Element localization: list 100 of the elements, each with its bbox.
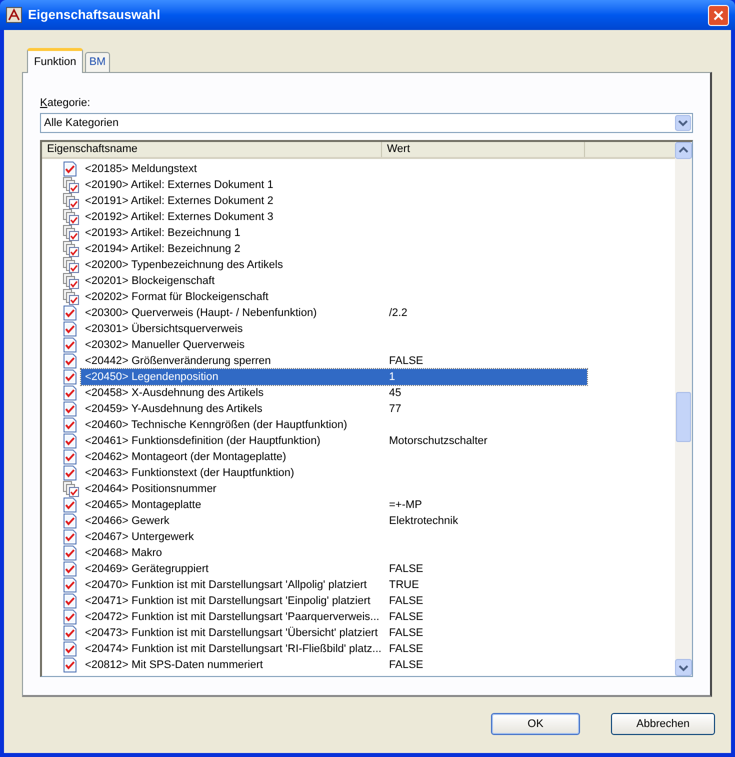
category-dropdown[interactable]: Alle Kategorien bbox=[40, 113, 693, 133]
document-check-icon bbox=[63, 577, 77, 593]
property-row[interactable]: <20465> Montageplatte =+-MP bbox=[81, 497, 587, 513]
document-check-icon bbox=[63, 625, 77, 641]
document-check-icon bbox=[63, 401, 77, 417]
window-title: Eigenschaftsauswahl bbox=[28, 6, 162, 24]
property-name: <20461> Funktionsdefinition (der Hauptfunktion) bbox=[84, 434, 322, 449]
property-row[interactable]: <20467> Untergewerk bbox=[81, 529, 587, 545]
property-row[interactable]: <20469> Gerätegruppiert FALSE bbox=[81, 561, 587, 577]
scroll-down-icon[interactable] bbox=[675, 659, 692, 676]
scroll-thumb[interactable] bbox=[676, 392, 691, 442]
property-row[interactable]: <20474> Funktion ist mit Darstellungsart 'RI-Fließbild' platz... FALSE bbox=[81, 641, 587, 657]
property-name: <20202> Format für Blockeigenschaft bbox=[84, 290, 270, 305]
property-name: <20459> Y-Ausdehnung des Artikels bbox=[84, 402, 264, 417]
app-icon bbox=[6, 7, 22, 23]
column-header[interactable]: Wert bbox=[382, 142, 585, 157]
property-row[interactable]: <20442> Größenveränderung sperren FALSE bbox=[81, 353, 587, 369]
document-check-icon bbox=[63, 465, 77, 481]
property-name: <20473> Funktion ist mit Darstellungsart 'Übersicht' platziert bbox=[84, 626, 379, 641]
property-row[interactable]: <20202> Format für Blockeigenschaft bbox=[81, 289, 587, 305]
stacked-documents-icon bbox=[63, 273, 79, 289]
document-check-icon bbox=[63, 161, 77, 177]
document-check-icon bbox=[63, 305, 77, 321]
property-row[interactable]: <20470> Funktion ist mit Darstellungsart 'Allpolig' platziert TRUE bbox=[81, 577, 587, 593]
property-name: <20301> Übersichtsquerverweis bbox=[84, 322, 244, 337]
property-row[interactable]: <20194> Artikel: Bezeichnung 2 bbox=[81, 241, 587, 257]
property-row[interactable]: <20460> Technische Kenngrößen (der Hauptfunktion) bbox=[81, 417, 587, 433]
property-row[interactable]: <20201> Blockeigenschaft bbox=[81, 273, 587, 289]
property-name: <20465> Montageplatte bbox=[84, 498, 202, 513]
property-name: <20463> Funktionstext (der Hauptfunktion) bbox=[84, 466, 296, 481]
property-row[interactable]: <20459> Y-Ausdehnung des Artikels 77 bbox=[81, 401, 587, 417]
property-name: <20302> Manueller Querverweis bbox=[84, 338, 246, 353]
stacked-documents-icon bbox=[63, 481, 79, 497]
property-row[interactable]: <20300> Querverweis (Haupt- / Nebenfunktion) /2.2 bbox=[81, 305, 587, 321]
dialog-button[interactable]: Abbrechen bbox=[611, 713, 715, 735]
property-value: FALSE bbox=[388, 626, 424, 641]
property-name: <20193> Artikel: Bezeichnung 1 bbox=[84, 226, 242, 241]
property-name: <20471> Funktion ist mit Darstellungsart 'Einpolig' platziert bbox=[84, 594, 372, 609]
property-row[interactable]: <20302> Manueller Querverweis bbox=[81, 337, 587, 353]
property-row[interactable]: <20185> Meldungstext bbox=[81, 161, 587, 177]
document-check-icon bbox=[63, 657, 77, 673]
property-name: <20200> Typenbezeichnung des Artikels bbox=[84, 258, 284, 273]
property-row[interactable]: <20473> Funktion ist mit Darstellungsart 'Übersicht' platziert FALSE bbox=[81, 625, 587, 641]
property-row[interactable]: <20812> Mit SPS-Daten nummeriert FALSE bbox=[81, 657, 587, 673]
stacked-documents-icon bbox=[63, 241, 79, 257]
property-name: <20190> Artikel: Externes Dokument 1 bbox=[84, 178, 274, 193]
property-name: <20472> Funktion ist mit Darstellungsart 'Paarquerverweis... bbox=[84, 610, 380, 625]
document-check-icon bbox=[63, 369, 77, 385]
property-row[interactable]: <20450> Legendenposition 1 bbox=[81, 369, 587, 385]
property-row[interactable]: <20462> Montageort (der Montageplatte) bbox=[81, 449, 587, 465]
property-row[interactable]: <20200> Typenbezeichnung des Artikels bbox=[81, 257, 587, 273]
property-name: <20470> Funktion ist mit Darstellungsart 'Allpolig' platziert bbox=[84, 578, 368, 593]
property-row[interactable]: <20192> Artikel: Externes Dokument 3 bbox=[81, 209, 587, 225]
property-row[interactable]: <20466> Gewerk Elektrotechnik bbox=[81, 513, 587, 529]
property-value: FALSE bbox=[388, 642, 424, 657]
property-row[interactable]: <20471> Funktion ist mit Darstellungsart 'Einpolig' platziert FALSE bbox=[81, 593, 587, 609]
document-check-icon bbox=[63, 545, 77, 561]
tab[interactable]: BM bbox=[85, 52, 110, 72]
property-row[interactable]: <20464> Positionsnummer bbox=[81, 481, 587, 497]
scroll-up-icon[interactable] bbox=[675, 142, 692, 159]
property-row[interactable]: <20461> Funktionsdefinition (der Hauptfunktion) Motorschutzschalter bbox=[81, 433, 587, 449]
document-check-icon bbox=[63, 641, 77, 657]
property-row[interactable]: <20190> Artikel: Externes Dokument 1 bbox=[81, 177, 587, 193]
document-check-icon bbox=[63, 417, 77, 433]
property-name: <20185> Meldungstext bbox=[84, 162, 198, 177]
tab[interactable]: Funktion bbox=[27, 48, 84, 73]
document-check-icon bbox=[63, 513, 77, 529]
dialog-button[interactable]: OK bbox=[491, 713, 580, 735]
property-name: <20442> Größenveränderung sperren bbox=[84, 354, 272, 369]
column-header[interactable]: Eigenschaftsname bbox=[42, 142, 382, 157]
property-name: <20474> Funktion ist mit Darstellungsart 'RI-Fließbild' platz... bbox=[84, 642, 382, 657]
property-value: TRUE bbox=[388, 578, 419, 593]
stacked-documents-icon bbox=[63, 177, 79, 193]
property-row[interactable]: <20472> Funktion ist mit Darstellungsart 'Paarquerverweis... FALSE bbox=[81, 609, 587, 625]
document-check-icon bbox=[63, 529, 77, 545]
property-name: <20812> Mit SPS-Daten nummeriert bbox=[84, 658, 264, 673]
property-name: <20460> Technische Kenngrößen (der Hauptfunktion) bbox=[84, 418, 348, 433]
property-row[interactable]: <20458> X-Ausdehnung des Artikels 45 bbox=[81, 385, 587, 401]
document-check-icon bbox=[63, 593, 77, 609]
property-name: <20191> Artikel: Externes Dokument 2 bbox=[84, 194, 274, 209]
close-button[interactable] bbox=[708, 4, 729, 26]
scrollbar[interactable] bbox=[675, 142, 692, 676]
document-check-icon bbox=[63, 433, 77, 449]
close-icon bbox=[713, 10, 724, 20]
property-value: FALSE bbox=[388, 354, 424, 369]
property-row[interactable]: <20193> Artikel: Bezeichnung 1 bbox=[81, 225, 587, 241]
document-check-icon bbox=[63, 609, 77, 625]
property-value: FALSE bbox=[388, 594, 424, 609]
property-row[interactable]: <20301> Übersichtsquerverweis bbox=[81, 321, 587, 337]
property-value: 77 bbox=[388, 402, 402, 417]
property-row[interactable]: <20463> Funktionstext (der Hauptfunktion) bbox=[81, 465, 587, 481]
document-check-icon bbox=[63, 497, 77, 513]
property-row[interactable]: <20191> Artikel: Externes Dokument 2 bbox=[81, 193, 587, 209]
property-name: <20450> Legendenposition bbox=[84, 370, 220, 385]
property-value: FALSE bbox=[388, 610, 424, 625]
stacked-documents-icon bbox=[63, 289, 79, 305]
document-check-icon bbox=[63, 561, 77, 577]
category-label: Kategorie: bbox=[40, 96, 92, 111]
property-row[interactable]: <20468> Makro bbox=[81, 545, 587, 561]
document-check-icon bbox=[63, 321, 77, 337]
